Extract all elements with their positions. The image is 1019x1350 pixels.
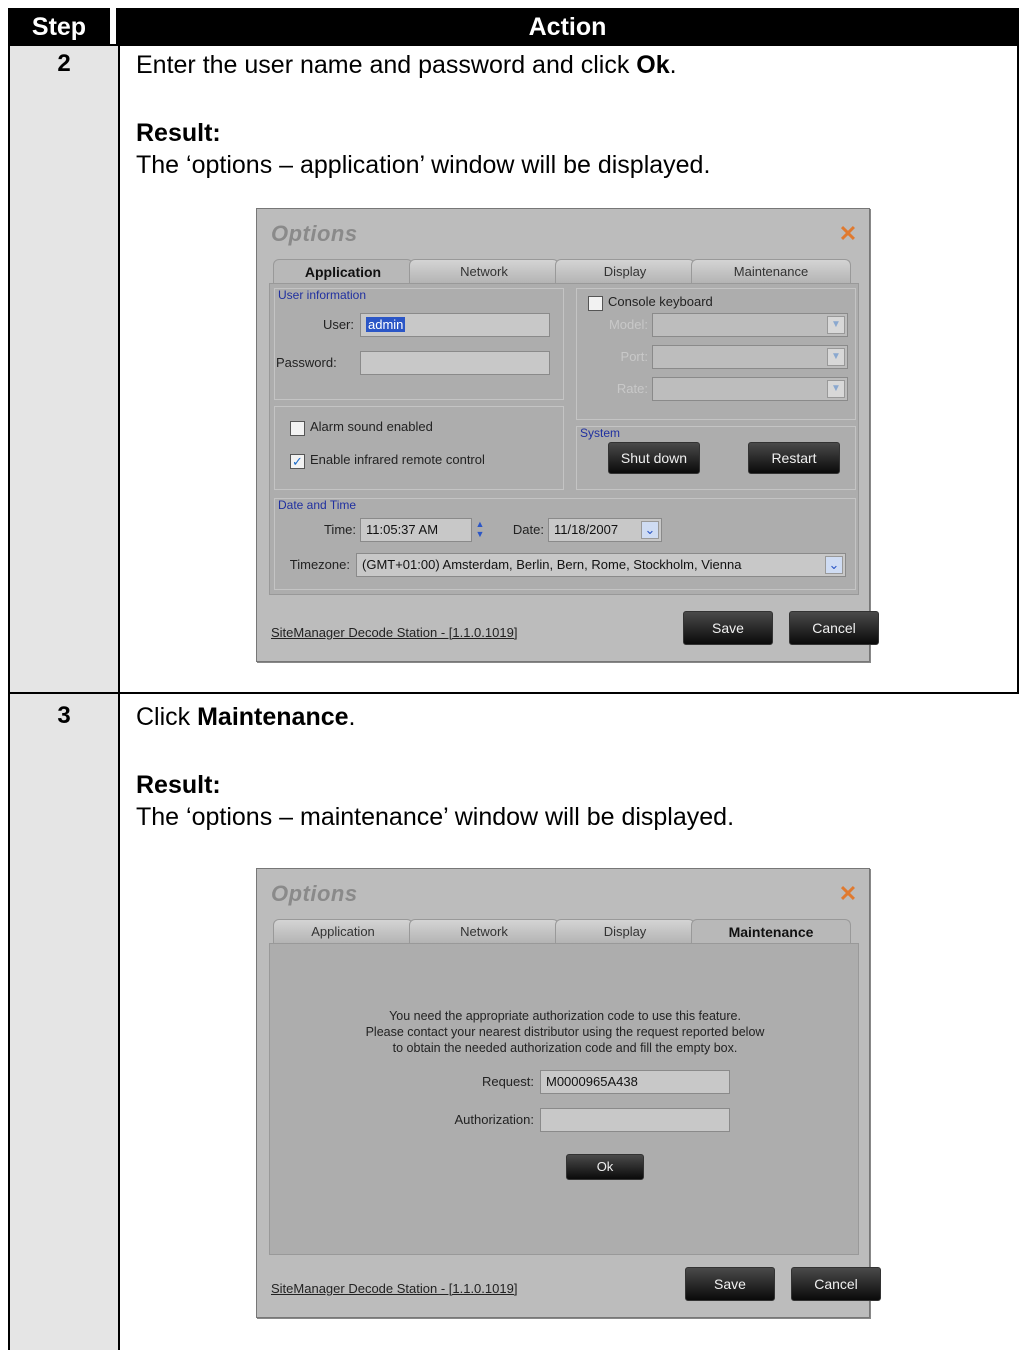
auth-message-line3: to obtain the needed authorization code …	[392, 1041, 738, 1055]
step-column	[8, 44, 120, 1350]
date-time-label: Date and Time	[278, 498, 357, 512]
instruction-text: Enter the user name and password and cli…	[136, 51, 677, 79]
alarm-sound-checkbox[interactable]	[290, 421, 305, 436]
chevron-down-icon: ⌄	[825, 556, 843, 574]
time-label: Time:	[323, 522, 356, 537]
rate-select[interactable]: ▼	[652, 377, 848, 401]
tab-display[interactable]: Display	[555, 259, 695, 283]
model-label: Model:	[608, 317, 648, 332]
chevron-down-icon: ▼	[827, 380, 845, 398]
result-label: Result:	[136, 771, 221, 799]
cancel-button[interactable]: Cancel	[789, 611, 879, 645]
model-select[interactable]: ▼	[652, 313, 848, 337]
timezone-select[interactable]: (GMT+01:00) Amsterdam, Berlin, Bern, Rom…	[356, 553, 846, 577]
chevron-down-icon: ▼	[827, 316, 845, 334]
tab-network[interactable]: Network	[409, 919, 559, 943]
application-panel: User information User: admin Password: C…	[269, 283, 859, 595]
tab-network[interactable]: Network	[409, 259, 559, 283]
chevron-down-icon: ⌄	[641, 521, 659, 539]
password-field[interactable]	[360, 351, 550, 375]
tab-bar: Application Network Display Maintenance	[269, 919, 859, 943]
maintenance-panel: You need the appropriate authorization c…	[269, 943, 859, 1255]
date-label: Date:	[512, 522, 544, 537]
options-window-maintenance: Options ✕ Application Network Display Ma…	[256, 868, 881, 1318]
date-field[interactable]: 11/18/2007 ⌄	[548, 518, 662, 542]
restart-button[interactable]: Restart	[748, 442, 840, 474]
authorization-field[interactable]	[540, 1108, 730, 1132]
port-select[interactable]: ▼	[652, 345, 848, 369]
timezone-label: Timezone:	[289, 557, 350, 572]
console-keyboard-checkbox[interactable]	[588, 296, 603, 311]
tab-application[interactable]: Application	[273, 259, 413, 283]
window-title: Options	[271, 221, 358, 246]
version-link[interactable]: SiteManager Decode Station - [1.1.0.1019…	[271, 1281, 517, 1296]
user-info-group	[274, 288, 564, 400]
version-link[interactable]: SiteManager Decode Station - [1.1.0.1019…	[271, 625, 517, 640]
chevron-down-icon: ▼	[827, 348, 845, 366]
system-label: System	[580, 426, 621, 440]
window-title: Options	[271, 881, 358, 906]
step-number: 2	[57, 50, 71, 77]
tab-maintenance[interactable]: Maintenance	[691, 919, 851, 943]
tab-maintenance[interactable]: Maintenance	[691, 259, 851, 283]
port-label: Port:	[620, 349, 648, 364]
shutdown-button[interactable]: Shut down	[608, 442, 700, 474]
auth-message-line2: Please contact your nearest distributor …	[365, 1025, 765, 1039]
close-icon[interactable]: ✕	[837, 223, 859, 245]
save-button[interactable]: Save	[683, 611, 773, 645]
save-button[interactable]: Save	[685, 1267, 775, 1301]
spinner-icon[interactable]: ▲ ▼	[470, 519, 490, 541]
authorization-label: Authorization:	[454, 1112, 535, 1127]
user-label: User:	[322, 317, 354, 332]
tab-bar: Application Network Display Maintenance	[269, 259, 859, 283]
header-action: Action	[116, 8, 1019, 44]
cancel-button[interactable]: Cancel	[791, 1267, 881, 1301]
tab-application[interactable]: Application	[273, 919, 413, 943]
rate-label: Rate:	[616, 381, 648, 396]
instruction-text: Click Maintenance.	[136, 703, 356, 731]
time-field[interactable]: 11:05:37 AM	[360, 518, 472, 542]
options-window-application: Options ✕ Application Network Display Ma…	[256, 208, 879, 662]
ok-button[interactable]: Ok	[566, 1154, 644, 1180]
password-label: Password:	[276, 355, 337, 370]
infrared-label: Enable infrared remote control	[310, 452, 485, 467]
result-text: The ‘options – maintenance’ window will …	[136, 803, 735, 831]
result-label: Result:	[136, 119, 221, 147]
row-divider	[8, 44, 1019, 46]
tab-display[interactable]: Display	[555, 919, 695, 943]
header-step: Step	[8, 8, 110, 44]
row-divider	[8, 692, 1019, 694]
result-text: The ‘options – application’ window will …	[136, 151, 711, 179]
request-field[interactable]: M0000965A438	[540, 1070, 730, 1094]
step-number: 3	[57, 702, 71, 729]
user-field[interactable]: admin	[360, 313, 550, 337]
auth-message-line1: You need the appropriate authorization c…	[389, 1009, 741, 1023]
request-label: Request:	[481, 1074, 534, 1089]
console-keyboard-label: Console keyboard	[608, 294, 713, 309]
alarm-sound-label: Alarm sound enabled	[310, 419, 433, 434]
close-icon[interactable]: ✕	[837, 883, 859, 905]
infrared-checkbox[interactable]: ✓	[290, 454, 305, 469]
user-info-label: User information	[278, 288, 367, 302]
